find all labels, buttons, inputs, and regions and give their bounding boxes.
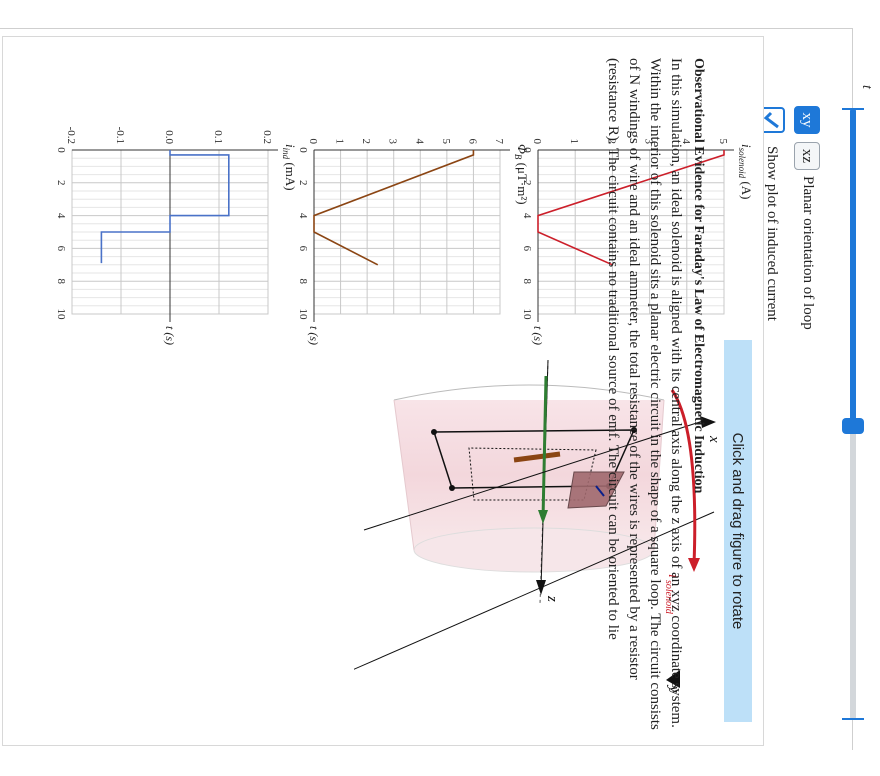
- chart-2-ytick-label: 0.0: [163, 130, 175, 144]
- rotate-hint: Click and drag figure to rotate: [724, 340, 752, 722]
- chart-0-xtick-label: 6: [521, 246, 533, 252]
- chart-2-xtick-label: 10: [55, 309, 67, 321]
- z-axis-label: z: [544, 595, 560, 602]
- chart-1-xtick-label: 6: [297, 246, 309, 252]
- chart-0-ylabel: isolenoid (A): [737, 144, 754, 199]
- chart-0-xtick-label: 8: [521, 278, 533, 284]
- chart-2-ytick-label: 0.1: [212, 130, 224, 144]
- rotated-page: t xy xz Planar orientation of loop Show …: [0, 0, 880, 776]
- chart-0-ytick-label: 1: [568, 139, 580, 145]
- chart-1-ytick-label: 6: [466, 139, 478, 145]
- chart-1-ytick-label: 0: [307, 139, 319, 145]
- chart-2-xtick-label: 0: [55, 147, 67, 153]
- chart-2-ytick-label: 0.2: [261, 130, 273, 144]
- chart-1-xtick-label: 8: [297, 278, 309, 284]
- description-heading: Observational Evidence for Faraday's Law…: [691, 58, 706, 494]
- chart-1-xlabel: t (s): [307, 326, 321, 345]
- description-paragraph: In this simulation, an ideal solenoid is…: [605, 58, 684, 730]
- chart-0-xtick-label: 4: [521, 213, 533, 219]
- chart-2-xtick-label: 8: [55, 278, 67, 284]
- chart-1-ylabel: ΦB (μT·m²): [513, 144, 530, 205]
- chart-1-ytick-label: 3: [387, 139, 399, 145]
- chart-1-ytick-label: 1: [334, 139, 346, 145]
- chart-2-xlabel: t (s): [163, 326, 177, 345]
- chart-1-xtick-label: 0: [297, 147, 309, 153]
- chart-0-ytick-label: 5: [717, 139, 729, 145]
- chart-2-ylabel: iind (mA): [281, 144, 298, 191]
- chart-1-ytick-label: 2: [360, 139, 372, 145]
- chart-2-ytick-label: -0.2: [65, 127, 77, 144]
- chart-1-ytick-label: 4: [413, 139, 425, 145]
- chart-2-ytick-label: -0.1: [114, 127, 126, 144]
- x-axis-label: x: [706, 435, 722, 443]
- chart-1-ytick-label: 7: [493, 139, 505, 145]
- chart-2-xtick-label: 4: [55, 213, 67, 219]
- chart-1-xtick-label: 4: [297, 213, 309, 219]
- chart-1-xtick-label: 2: [297, 180, 309, 186]
- chart-0-xtick-label: 10: [521, 309, 533, 321]
- chart-2-xtick-label: 2: [55, 180, 67, 186]
- chart-1-xtick-label: 10: [297, 309, 309, 321]
- chart-0-ytick-label: 0: [531, 139, 543, 145]
- chart-2-xtick-label: 6: [55, 246, 67, 252]
- chart-1-ytick-label: 5: [440, 139, 452, 145]
